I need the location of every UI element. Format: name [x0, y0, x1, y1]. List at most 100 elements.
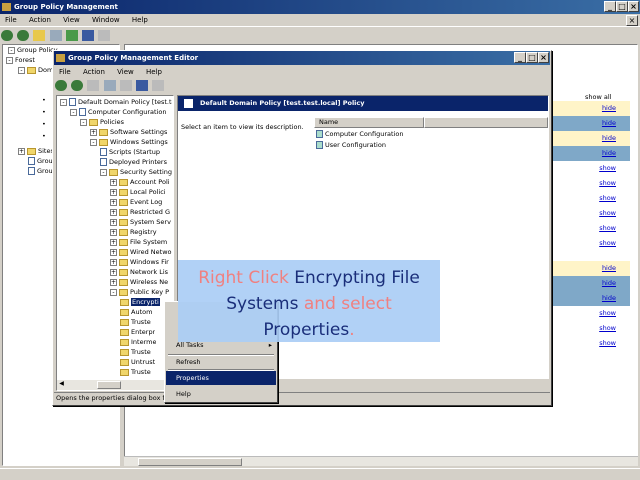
expand-icon[interactable]: + [110, 178, 117, 186]
menu-action[interactable]: Action [24, 14, 56, 26]
show-toggle-link[interactable]: show [599, 309, 616, 317]
show-all-header[interactable]: show all [585, 93, 611, 101]
scroll-thumb[interactable] [138, 458, 242, 466]
tree-domain[interactable]: - Dom [18, 66, 53, 75]
menu-item-help[interactable]: Help [166, 387, 276, 401]
show-toggle-link[interactable]: show [599, 324, 616, 332]
editor-tree-item[interactable]: + Windows Fir [110, 258, 169, 267]
show-toggle-link[interactable]: show [599, 239, 616, 247]
show-toggle-link[interactable]: show [599, 164, 616, 172]
background-horizontal-scrollbar[interactable] [124, 456, 638, 466]
editor-tree-item[interactable]: + Wireless Ne [110, 278, 168, 287]
tree-group-policy[interactable]: - Group Policy [8, 46, 58, 55]
editor-tree-item[interactable]: + Restricted G [110, 208, 170, 217]
show-toggle-link[interactable]: show [599, 224, 616, 232]
show-toggle-link[interactable]: hide [602, 104, 616, 112]
forward-icon[interactable] [17, 30, 30, 41]
menu-view[interactable]: View [58, 14, 85, 26]
menu-file[interactable]: File [0, 14, 22, 26]
editor-tree-item[interactable]: + Account Poli [110, 178, 170, 187]
editor-menu-view[interactable]: View [112, 66, 139, 78]
editor-tree-item[interactable]: - Security Settings [100, 168, 172, 177]
editor-tree-item[interactable]: Truste [120, 348, 151, 357]
expand-icon[interactable]: + [90, 128, 97, 136]
editor-tree-item[interactable]: Untrust [120, 358, 155, 367]
editor-tree-item[interactable]: + Registry [110, 228, 157, 237]
editor-tree-item[interactable]: Truste [120, 318, 151, 327]
editor-menu-action[interactable]: Action [78, 66, 110, 78]
collapse-icon[interactable]: - [100, 168, 107, 176]
editor-menu-file[interactable]: File [54, 66, 76, 78]
editor-close-button[interactable]: × [538, 52, 549, 63]
editor-tree-item[interactable]: + Local Polici [110, 188, 166, 197]
editor-maximize-button[interactable]: □ [526, 52, 538, 63]
editor-tree-scrollbar[interactable]: ◀ [57, 380, 173, 390]
editor-console-icon[interactable] [152, 80, 165, 91]
menu-help[interactable]: Help [127, 14, 153, 26]
editor-tree-item[interactable]: Scripts (Startup [100, 148, 160, 157]
editor-tree-item[interactable]: Autom [120, 308, 152, 317]
show-toggle-link[interactable]: show [599, 194, 616, 202]
refresh-icon[interactable] [65, 30, 78, 41]
grid-icon[interactable] [49, 30, 62, 41]
item-user-configuration[interactable]: User Configuration [316, 141, 386, 150]
tree-encrypting-file-system[interactable]: Encrypti [120, 298, 160, 307]
show-toggle-link[interactable]: show [599, 209, 616, 217]
collapse-icon[interactable]: - [90, 138, 97, 146]
editor-tree-item[interactable]: + File System [110, 238, 167, 247]
show-toggle-link[interactable]: hide [602, 119, 616, 127]
editor-tree-item[interactable]: + Event Log [110, 198, 162, 207]
editor-tree-item[interactable]: - Computer Configuration [70, 108, 166, 117]
expand-icon[interactable]: + [110, 238, 117, 246]
column-header-name[interactable]: Name [314, 117, 424, 128]
editor-tree-item[interactable]: + System Serv [110, 218, 171, 227]
expand-icon[interactable]: + [110, 278, 117, 286]
show-toggle-link[interactable]: show [599, 179, 616, 187]
maximize-button[interactable]: □ [616, 1, 628, 12]
editor-tree-item[interactable]: - Default Domain Policy [test.test] [60, 98, 172, 107]
editor-tree-item[interactable]: + Network Lis [110, 268, 168, 277]
back-icon[interactable] [1, 30, 13, 41]
menu-item-properties[interactable]: Properties [166, 371, 276, 385]
minimize-button[interactable]: _ [604, 1, 616, 12]
item-computer-configuration[interactable]: Computer Configuration [316, 130, 403, 139]
expand-icon[interactable]: + [110, 248, 117, 256]
tree-sites[interactable]: + Sites [18, 147, 54, 156]
expand-icon[interactable]: + [110, 268, 117, 276]
editor-folder-icon[interactable] [87, 80, 100, 91]
scroll-left-arrow[interactable]: ◀ [57, 380, 66, 390]
menu-item-refresh[interactable]: Refresh [166, 355, 276, 369]
show-toggle-link[interactable]: show [599, 339, 616, 347]
help-icon[interactable] [82, 30, 95, 41]
expand-icon[interactable]: + [110, 218, 117, 226]
editor-forward-icon[interactable] [71, 80, 84, 91]
editor-tree-item[interactable]: + Software Settings [90, 128, 167, 137]
editor-help-icon[interactable] [136, 80, 149, 91]
editor-tree-item[interactable]: Truste [120, 368, 151, 377]
expand-icon[interactable]: + [110, 208, 117, 216]
editor-tree-item[interactable]: Deployed Printers [100, 158, 167, 167]
tree-forest[interactable]: - Forest [6, 56, 35, 65]
expand-icon[interactable]: + [110, 198, 117, 206]
expand-icon[interactable]: + [110, 188, 117, 196]
editor-tree-item[interactable]: Interme [120, 338, 156, 347]
editor-menu-help[interactable]: Help [141, 66, 167, 78]
show-toggle-link[interactable]: hide [602, 279, 616, 287]
folder-icon[interactable] [33, 30, 46, 41]
editor-tree-item[interactable]: + Wired Netwo [110, 248, 172, 257]
collapse-icon[interactable]: - [60, 98, 67, 106]
editor-scroll-thumb[interactable] [97, 381, 121, 389]
show-toggle-link[interactable]: hide [602, 149, 616, 157]
editor-tree-item[interactable]: - Windows Settings [90, 138, 168, 147]
expand-icon[interactable]: + [110, 228, 117, 236]
editor-grid-icon[interactable] [103, 80, 116, 91]
show-toggle-link[interactable]: hide [602, 134, 616, 142]
console-icon[interactable] [98, 30, 111, 41]
collapse-icon[interactable]: - [80, 118, 87, 126]
collapse-icon[interactable]: - [110, 288, 117, 296]
editor-back-icon[interactable] [55, 80, 67, 91]
close-button[interactable]: × [628, 1, 639, 12]
editor-minimize-button[interactable]: _ [514, 52, 526, 63]
expand-icon[interactable]: + [110, 258, 117, 266]
show-toggle-link[interactable]: hide [602, 294, 616, 302]
